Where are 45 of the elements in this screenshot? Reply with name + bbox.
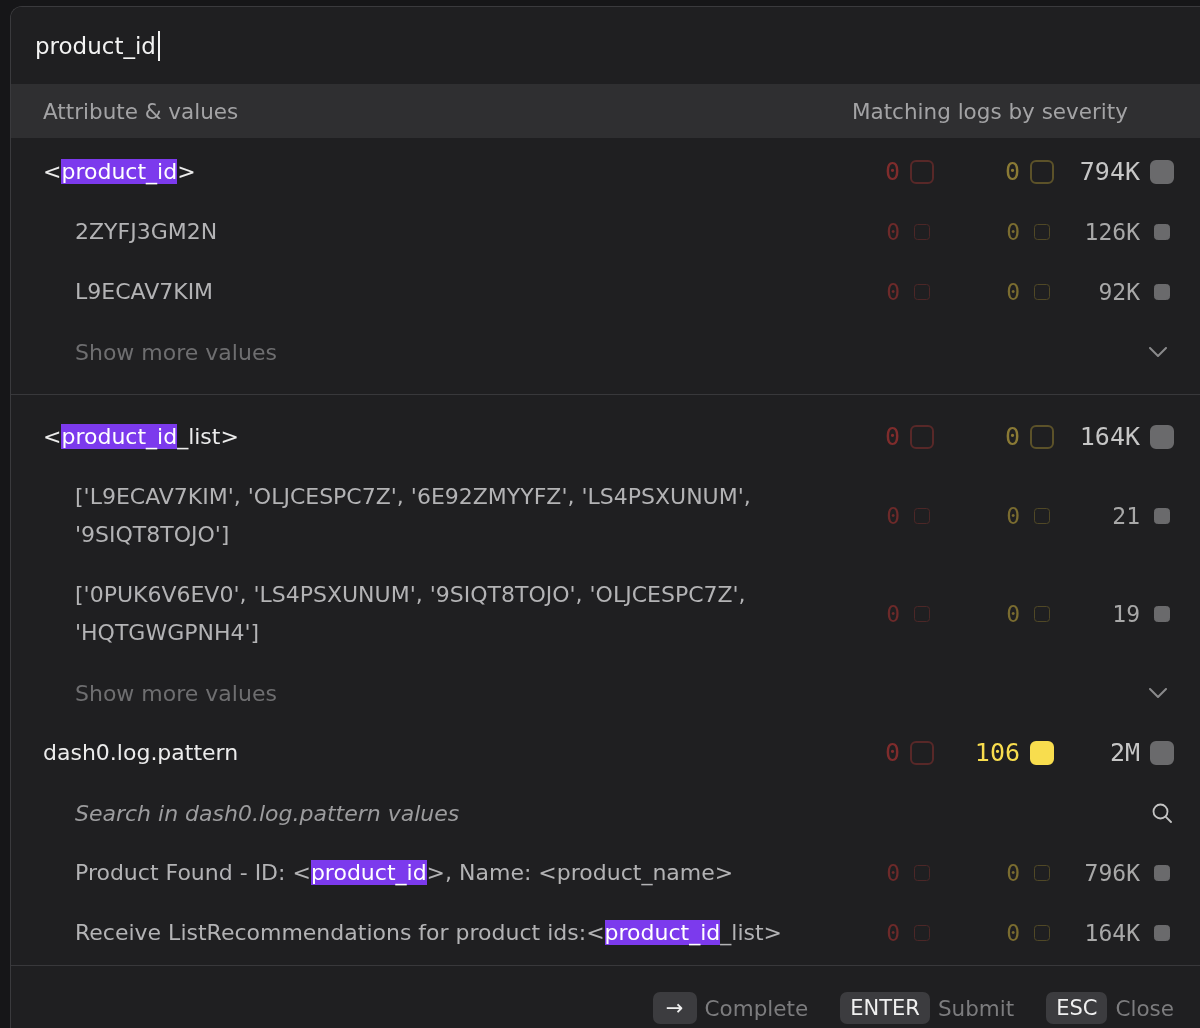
column-header: Matching logs by severity (851, 98, 1128, 124)
warning-count: 0 (1006, 919, 1020, 948)
info-count: 21 (1112, 502, 1140, 531)
warning-count: 106 (974, 737, 1020, 769)
attribute-value[interactable]: ['0PUK6V6EV0', 'LS4PSXUNUM', '9SIQT8TOJO', 'OLJCESPC7Z', 'HQTGWGPNH4'] (75, 576, 834, 652)
info-count: 164K (1084, 919, 1140, 948)
shortcut-label: Complete (704, 995, 809, 1021)
error-count: 0 (886, 600, 900, 629)
attribute-value[interactable]: 2ZYFJ3GM2N (75, 213, 834, 251)
info-count: 164K (1079, 421, 1140, 453)
warning-count: 0 (1006, 278, 1020, 307)
keyboard-key: → (652, 992, 697, 1024)
attribute-name[interactable]: dash0.log.pattern (43, 734, 834, 772)
info-count: 2M (1109, 737, 1140, 769)
info-count: 126K (1084, 218, 1140, 247)
error-count: 0 (886, 278, 900, 307)
info-count: 92K (1098, 278, 1140, 307)
shortcut-label: Submit (937, 995, 1015, 1021)
search-icon (1152, 803, 1172, 823)
warning-count: 0 (1004, 156, 1020, 188)
warning-count: 0 (1006, 600, 1020, 629)
error-count: 0 (884, 737, 900, 769)
info-count: 19 (1112, 600, 1140, 629)
error-count: 0 (884, 156, 900, 188)
error-count: 0 (886, 502, 900, 531)
info-count: 796K (1084, 859, 1140, 888)
keyboard-key: ENTER (840, 992, 930, 1024)
attribute-value[interactable]: ['L9ECAV7KIM', 'OLJCESPC7Z', '6E92ZMYYFZ', 'LS4PSXUNUM', '9SIQT8TOJO'] (75, 478, 834, 554)
attribute-name[interactable]: <product_id> (43, 153, 834, 191)
warning-count: 0 (1004, 421, 1020, 453)
attribute-value[interactable]: Product Found - ID: <product_id>, Name: <product_name> (75, 854, 834, 892)
chevron-down-icon (1149, 347, 1167, 357)
error-count: 0 (886, 919, 900, 948)
warning-count: 0 (1006, 502, 1020, 531)
warning-count: 0 (1006, 859, 1020, 888)
error-count: 0 (884, 421, 900, 453)
error-count: 0 (886, 218, 900, 247)
chevron-down-icon (1149, 688, 1167, 698)
shortcut-label: Close (1115, 995, 1174, 1021)
warning-count: 0 (1006, 218, 1020, 247)
column-header: Attribute & values (43, 98, 239, 124)
error-count: 0 (886, 859, 900, 888)
attribute-value[interactable]: L9ECAV7KIM (75, 273, 834, 311)
info-count: 794K (1079, 156, 1140, 188)
keyboard-key: ESC (1046, 992, 1108, 1024)
